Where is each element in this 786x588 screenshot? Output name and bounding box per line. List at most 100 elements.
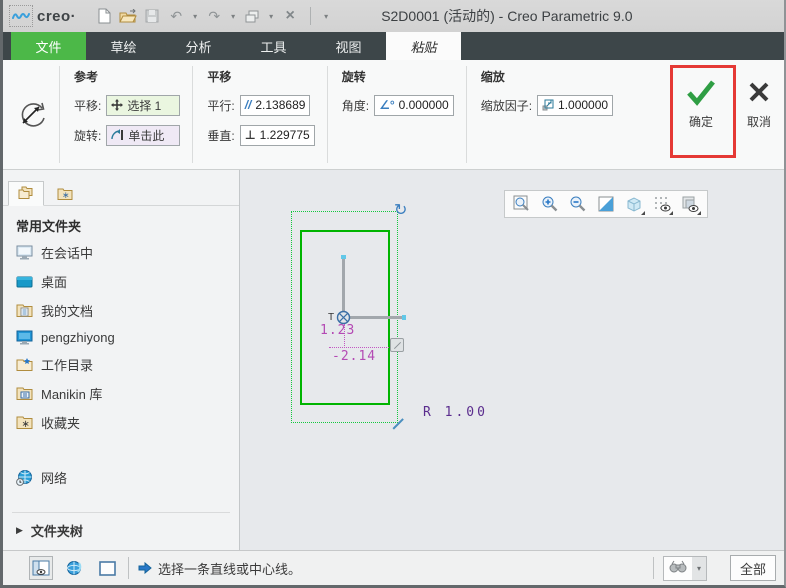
sidebar-item-network[interactable]: 网络 — [3, 463, 239, 492]
folder-tree-toggle[interactable]: ▶ 文件夹树 — [3, 513, 239, 550]
in-session-monitor-icon — [16, 245, 33, 260]
sidebar-item-manikin-library[interactable]: Manikin 库 — [3, 379, 239, 408]
status-bar: 选择一条直线或中心线。 ▾ 全部 — [3, 550, 784, 585]
translate-drag-handle[interactable] — [390, 338, 404, 352]
scale-drag-handle[interactable] — [390, 417, 404, 431]
sidebar-item-my-documents[interactable]: 我的文档 — [3, 296, 239, 325]
ok-button[interactable]: 确定 — [679, 78, 723, 130]
refit-button[interactable] — [510, 192, 534, 216]
ok-check-icon — [687, 80, 715, 106]
angle-input[interactable]: ∠° 0.000000 — [374, 94, 454, 116]
window-title: S2D0001 (活动的) - Creo Parametric 9.0 — [381, 8, 633, 24]
vertical-label: 垂直: — [207, 128, 235, 143]
sidebar-item-favorites[interactable]: ∗ 收藏夹 — [3, 408, 239, 437]
tab-paste[interactable]: 粘贴 — [386, 32, 461, 60]
parallel-icon: // — [244, 98, 252, 112]
navigator-toggle-button[interactable] — [29, 556, 53, 580]
zoom-fit-icon — [513, 195, 529, 211]
folder-star-icon: ∗ — [57, 188, 73, 200]
sidebar-item-in-session[interactable]: 在会话中 — [3, 238, 239, 267]
tree-expand-icon: ▶ — [16, 525, 23, 535]
creo-logo-icon — [9, 5, 33, 27]
redo-button[interactable]: ↷ — [204, 5, 224, 27]
open-file-button[interactable] — [118, 5, 138, 27]
paste-origin-axis-vertical — [342, 258, 345, 318]
status-separator — [653, 557, 654, 579]
zoom-in-button[interactable] — [538, 192, 562, 216]
rotate-reference-collector[interactable]: 单击此 — [106, 124, 181, 146]
group-scale: 缩放 缩放因子: 1.000000 — [467, 60, 625, 169]
dimension-horizontal-offset[interactable]: -2.14 — [332, 349, 376, 364]
sidebar-item-workstation[interactable]: pengzhiyong — [3, 325, 239, 350]
status-separator — [128, 557, 129, 579]
dimension-vertical-offset[interactable]: 1.23 — [320, 323, 355, 338]
scale-factor-input[interactable]: 1.000000 — [537, 94, 614, 116]
rotate-drag-handle[interactable]: ↻ — [394, 200, 407, 220]
tab-analysis[interactable]: 分析 — [161, 32, 236, 60]
find-button[interactable]: ▾ — [663, 555, 707, 581]
web-browser-toggle-button[interactable] — [62, 556, 86, 580]
display-style-button[interactable] — [622, 192, 646, 216]
save-icon — [145, 9, 159, 23]
empty-frame-icon — [98, 560, 116, 576]
reference-translate-label: 平移: — [74, 98, 102, 113]
scale-factor-label: 缩放因子: — [480, 98, 533, 113]
datum-display-filters-button[interactable] — [678, 192, 702, 216]
axis-endpoint-tick — [341, 255, 346, 259]
translate-reference-collector[interactable]: 选择 1 — [106, 94, 181, 116]
save-button[interactable] — [142, 5, 162, 27]
favorites-tab[interactable]: ∗ — [47, 181, 83, 206]
navigator-panel: ∗ 常用文件夹 在会话中 桌面 我的文档 pengzhiyong 工作目录 Ma… — [3, 170, 240, 550]
my-documents-folder-icon — [16, 304, 33, 317]
dimension-leader-horizontal — [329, 347, 399, 348]
title-bar: creo· ↶ ▾ ↷ ▾ ▾ × ▾ S2D0001 (活动的) - Creo… — [3, 0, 784, 32]
reference-rotate-label: 旋转: — [74, 128, 102, 143]
new-file-button[interactable] — [94, 5, 114, 27]
tab-tools[interactable]: 工具 — [236, 32, 311, 60]
group-rotate-title: 旋转 — [341, 70, 366, 84]
paste-ribbon: 参考 平移: 选择 1 旋转: 单击此 平移 平行: // 2.138689 垂… — [3, 60, 784, 170]
folder-stack-icon — [18, 186, 32, 199]
repaint-button[interactable] — [594, 192, 618, 216]
vertical-value: 1.229775 — [259, 128, 310, 142]
undo-dropdown[interactable]: ▾ — [190, 12, 200, 21]
window-arrange-button[interactable] — [242, 5, 262, 27]
axis-endpoint-tick — [402, 315, 406, 320]
tab-sketch[interactable]: 草绘 — [86, 32, 161, 60]
close-window-button[interactable]: × — [280, 5, 300, 27]
sketcher-display-filters-button[interactable] — [650, 192, 674, 216]
tab-view[interactable]: 视图 — [311, 32, 386, 60]
scale-factor-value: 1.000000 — [558, 98, 609, 112]
parallel-label: 平行: — [207, 98, 235, 113]
sidebar-item-label: Manikin 库 — [41, 387, 103, 402]
dimension-radius[interactable]: R 1.00 — [423, 405, 488, 420]
sidebar-item-desktop[interactable]: 桌面 — [3, 267, 239, 296]
cancel-x-icon — [749, 82, 769, 102]
sketch-canvas[interactable]: ↻ T 1.23 -2.14 R 1.00 — [240, 170, 784, 550]
zoom-out-icon — [570, 196, 586, 212]
cancel-button[interactable]: 取消 — [737, 78, 781, 130]
dropdown-notch — [641, 211, 645, 215]
window-arrange-dropdown[interactable]: ▾ — [266, 12, 276, 21]
tab-file[interactable]: 文件 — [11, 32, 86, 60]
undo-button[interactable]: ↶ — [166, 5, 186, 27]
move-cross-icon — [111, 99, 124, 111]
parallel-distance-input[interactable]: // 2.138689 — [239, 94, 311, 116]
group-translate: 平移 平行: // 2.138689 垂直: ⊥ 1.229775 — [193, 60, 326, 169]
zoom-out-button[interactable] — [566, 192, 590, 216]
group-reference-title: 参考 — [74, 70, 99, 84]
common-folders-header: 常用文件夹 — [16, 219, 82, 234]
redo-dropdown[interactable]: ▾ — [228, 12, 238, 21]
folder-tree-label: 文件夹树 — [30, 524, 83, 539]
full-screen-toggle-button[interactable] — [95, 556, 119, 580]
sidebar-item-working-directory[interactable]: 工作目录 — [3, 350, 239, 379]
find-dropdown[interactable]: ▾ — [692, 556, 706, 580]
sidebar-item-label: 我的文档 — [41, 304, 94, 319]
customize-toolbar-dropdown[interactable]: ▾ — [321, 12, 331, 21]
vertical-distance-input[interactable]: ⊥ 1.229775 — [239, 124, 315, 146]
selection-filter-dropdown[interactable]: 全部 — [730, 555, 776, 581]
folder-browser-tab[interactable] — [8, 181, 44, 206]
manikin-library-folder-icon — [16, 387, 33, 400]
svg-text:∗: ∗ — [22, 419, 30, 430]
paste-origin-axis-horizontal — [343, 316, 404, 319]
